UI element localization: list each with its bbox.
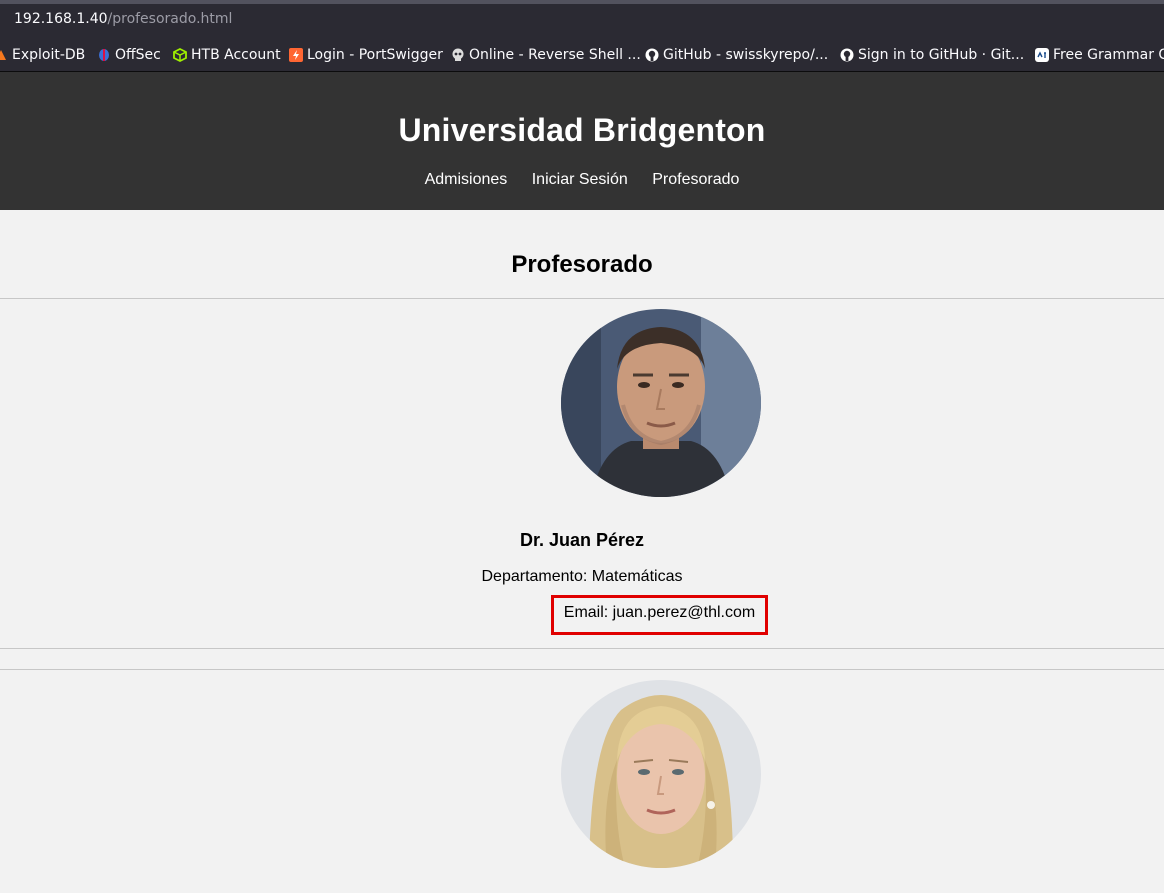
github-icon (645, 48, 659, 62)
card-divider (0, 648, 1164, 649)
url-host: 192.168.1.40 (14, 11, 108, 27)
htb-icon (173, 47, 187, 63)
bookmark-label: Online - Reverse Shell ... (469, 47, 641, 63)
bookmark-offsec[interactable]: OffSec (97, 46, 161, 64)
bookmark-label: Free Grammar Ch (1053, 47, 1164, 63)
github-icon (840, 48, 854, 62)
skull-icon (451, 48, 465, 62)
bookmark-github-signin[interactable]: Sign in to GitHub · Git... (840, 46, 1024, 64)
bookmark-exploitdb[interactable]: Exploit-DB (0, 46, 85, 64)
card-divider (0, 298, 1164, 299)
bookmark-htb[interactable]: HTB Account (173, 46, 281, 64)
nav-admisiones[interactable]: Admisiones (425, 171, 508, 189)
bookmark-label: HTB Account (191, 47, 281, 63)
site-title: Universidad Bridgenton (398, 112, 766, 148)
bookmark-grammar[interactable]: Free Grammar Ch (1035, 46, 1164, 64)
site-header: Universidad Bridgenton Admisiones Inicia… (0, 72, 1164, 210)
nav-iniciar-sesion[interactable]: Iniciar Sesión (532, 171, 628, 189)
bookmark-label: GitHub - swisskyrepo/... (663, 47, 829, 63)
portswigger-icon (289, 48, 303, 62)
site-nav: Admisiones Iniciar Sesión Profesorado (0, 171, 1164, 189)
bookmark-reverse-shell[interactable]: Online - Reverse Shell ... (451, 46, 641, 64)
bookmark-portswigger[interactable]: Login - PortSwigger (289, 46, 443, 64)
url-path: /profesorado.html (107, 11, 233, 27)
nav-profesorado[interactable]: Profesorado (652, 171, 739, 189)
bookmark-github-swisskyrepo[interactable]: GitHub - swisskyrepo/... (645, 46, 828, 64)
bookmark-label: Sign in to GitHub · Git... (858, 47, 1025, 63)
professor-department: Departamento: Matemáticas (481, 568, 683, 585)
url-text[interactable]: 192.168.1.40/profesorado.html (14, 11, 232, 27)
bookmark-label: Exploit-DB (12, 47, 86, 63)
professor-email: Email: juan.perez@thl.com (551, 595, 768, 635)
languagetool-icon (1035, 48, 1049, 62)
offsec-icon (97, 48, 111, 62)
card-divider (0, 669, 1164, 670)
bookmark-label: OffSec (115, 47, 161, 63)
bookmark-label: Login - PortSwigger (307, 47, 443, 63)
browser-url-bar[interactable]: 192.168.1.40/profesorado.html (0, 0, 1164, 38)
exploitdb-icon (0, 48, 8, 62)
professor-name: Dr. Juan Pérez (519, 530, 645, 550)
page-heading: Profesorado (511, 251, 653, 278)
professor-photo (561, 309, 761, 497)
bookmarks-toolbar: Exploit-DB OffSec HTB Account Login - Po… (0, 38, 1164, 72)
professor-photo (561, 680, 761, 868)
